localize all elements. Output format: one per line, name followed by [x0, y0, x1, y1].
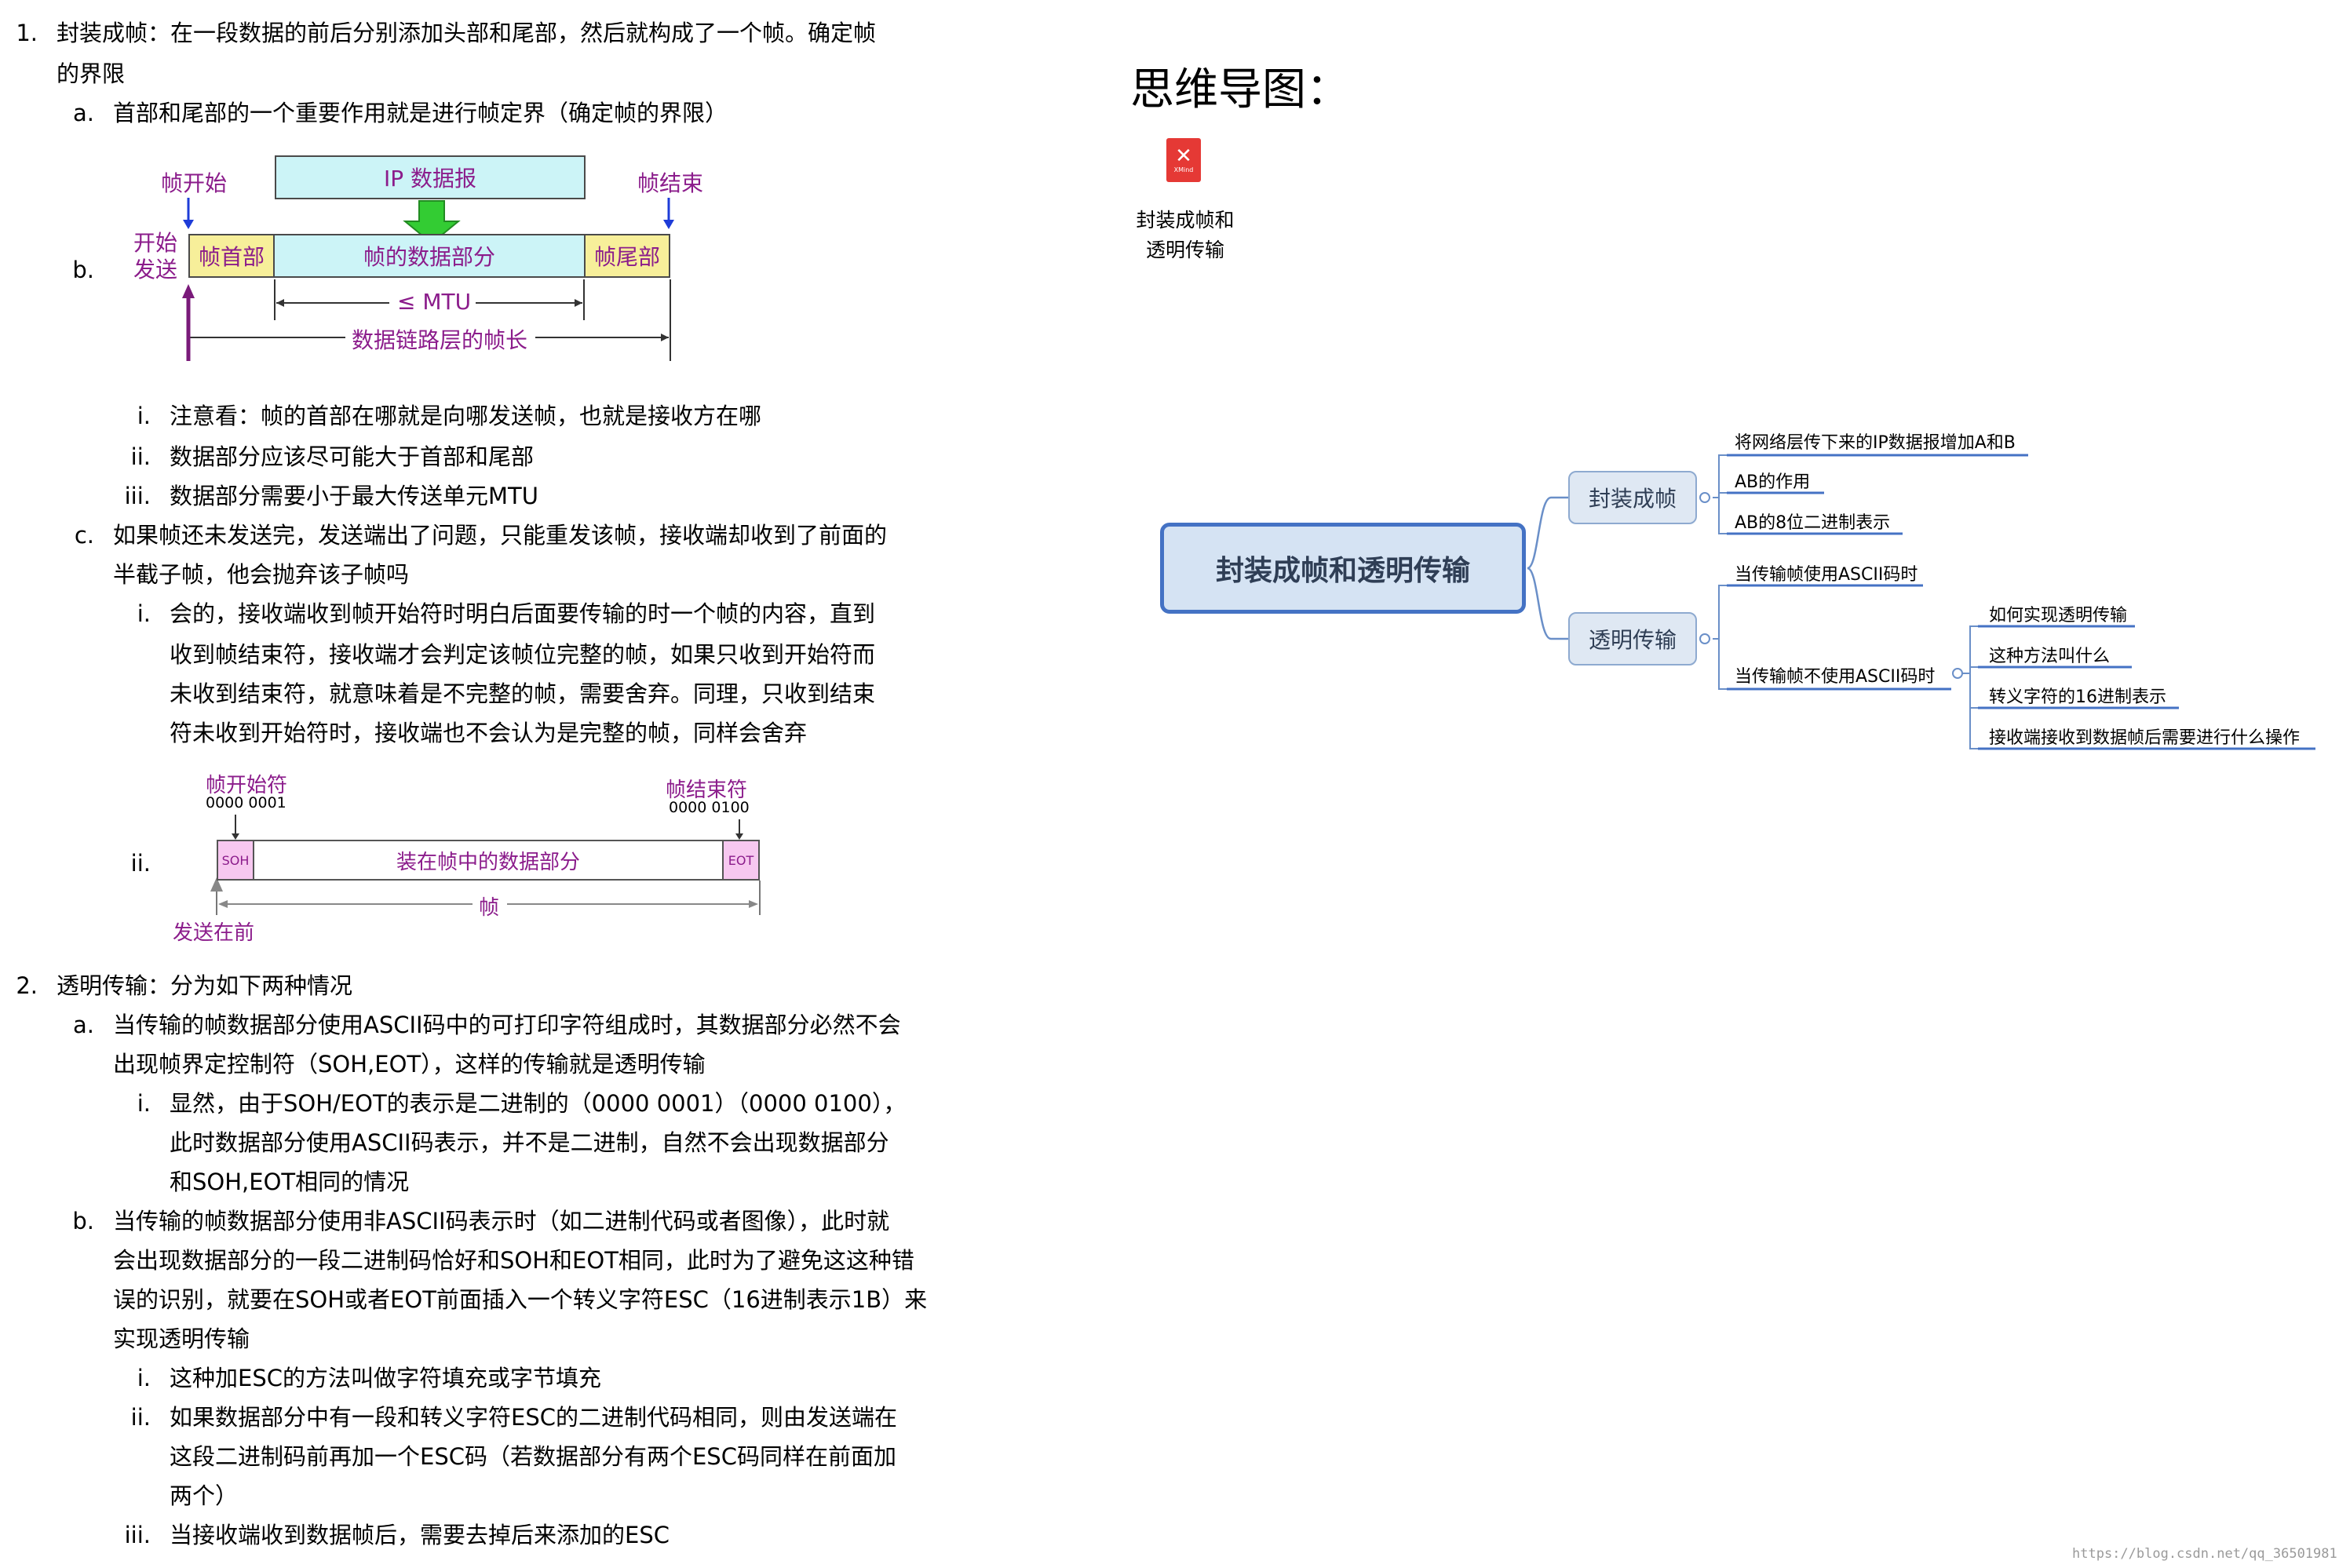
mindmap-root-topic[interactable]: 封装成帧和透明传输	[1160, 523, 1526, 614]
mindmap-subleaf[interactable]: 转义字符的16进制表示	[1989, 683, 2166, 708]
mindmap-leaf[interactable]: 将网络层传下来的IP数据报增加A和B	[1735, 428, 2016, 454]
watermark-url: https://blog.csdn.net/qq_36501981	[2072, 1546, 2337, 1562]
mindmap-leaf[interactable]: 当传输帧不使用ASCII码时	[1735, 662, 1935, 687]
mindmap-branch-transparent[interactable]: 透明传输	[1568, 612, 1697, 665]
mindmap-leaf[interactable]: AB的作用	[1735, 468, 1810, 493]
mindmap-leaf[interactable]: 当传输帧使用ASCII码时	[1735, 560, 1918, 585]
mindmap-subleaf[interactable]: 接收端接收到数据帧后需要进行什么操作	[1989, 724, 2300, 749]
mindmap-subleaf[interactable]: 这种方法叫什么	[1989, 642, 2110, 667]
mindmap-branch-framing[interactable]: 封装成帧	[1568, 471, 1697, 524]
mindmap-leaf[interactable]: AB的8位二进制表示	[1735, 509, 1890, 534]
mindmap-connectors	[1527, 454, 2315, 750]
mindmap-subleaf[interactable]: 如何实现透明传输	[1989, 601, 2127, 626]
